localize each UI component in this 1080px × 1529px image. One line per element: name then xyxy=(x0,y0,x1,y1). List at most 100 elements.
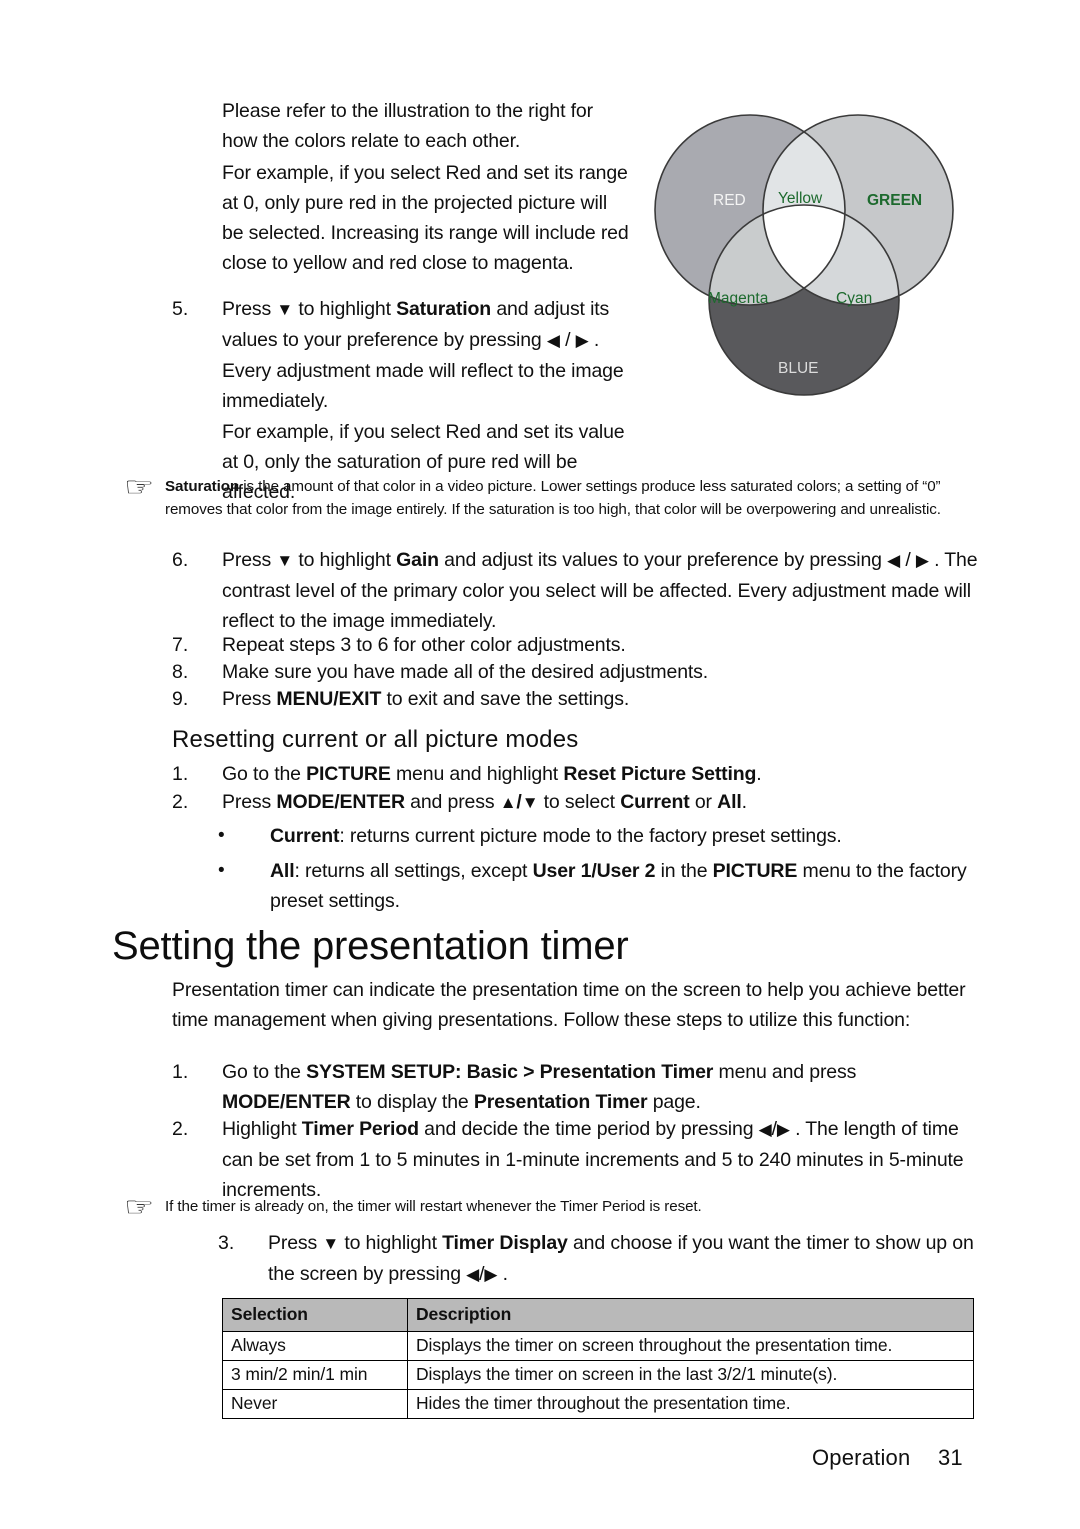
bullet-2-text-a: : returns all settings, except xyxy=(294,860,533,882)
intro-paragraph-2: For example, if you select Red and set i… xyxy=(222,162,629,274)
step-6-number: 6. xyxy=(172,549,189,571)
reset-step-2-text-b: and press xyxy=(404,791,500,813)
table-cell-selection: Always xyxy=(222,1331,408,1361)
venn-label-yellow: Yellow xyxy=(778,190,823,207)
up-arrow-icon: ▲ xyxy=(499,793,517,812)
reset-step-1-text-b: menu and highlight xyxy=(390,763,564,785)
timer-step-3-text-b: to highlight xyxy=(339,1232,443,1254)
step-6-text: Press ▼ to highlight Gain and adjust its… xyxy=(222,545,982,636)
venn-label-cyan: Cyan xyxy=(836,290,872,307)
bullet-2-bold-all: All xyxy=(270,860,295,882)
reset-step-2-bold-all: All xyxy=(717,791,742,813)
step-6-text-a: Press xyxy=(222,549,277,571)
timer-display-options-table: Selection Description Always Displays th… xyxy=(222,1298,974,1419)
reset-step-2-text-e: . xyxy=(741,791,747,813)
note-1-text: is the amount of that color in a video p… xyxy=(165,478,941,518)
table-row: Always Displays the timer on screen thro… xyxy=(222,1331,974,1361)
timer-step-1-number: 1. xyxy=(172,1061,189,1083)
timer-step-2-text: Highlight Timer Period and decide the ti… xyxy=(222,1114,982,1205)
step-7-text: Repeat steps 3 to 6 for other color adju… xyxy=(222,634,626,656)
reset-bullet-all: All: returns all settings, except User 1… xyxy=(270,856,982,916)
reset-step-1-bold-reset-picture-setting: Reset Picture Setting xyxy=(563,763,757,785)
timer-step-1-text-d: page. xyxy=(647,1091,701,1113)
reset-step-1-bold-picture: PICTURE xyxy=(306,763,391,785)
reset-step-2-bold-current: Current xyxy=(620,791,690,813)
timer-step-1-text-a: Go to the xyxy=(222,1061,307,1083)
step-5-text: Press ▼ to highlight Saturation and adju… xyxy=(222,294,627,416)
step-6-bold-gain: Gain xyxy=(396,549,439,571)
step-5-bold-saturation: Saturation xyxy=(396,298,492,320)
right-arrow-icon: ▶ xyxy=(575,331,589,350)
bullet-2-bold-user1-user2: User 1/User 2 xyxy=(532,860,656,882)
step-5-slash: / xyxy=(559,329,576,351)
down-arrow-icon: ▼ xyxy=(276,300,294,319)
step-5-number: 5. xyxy=(172,298,189,320)
left-arrow-icon: ◀ xyxy=(758,1120,772,1139)
timer-step-1-bold-mode-enter: MODE/ENTER xyxy=(222,1091,351,1113)
step-8-text: Make sure you have made all of the desir… xyxy=(222,661,709,683)
timer-step-1-bold-presentation-timer: Presentation Timer xyxy=(473,1091,648,1113)
footer-page-number: 31 xyxy=(938,1445,963,1470)
bullet-marker: • xyxy=(218,825,225,846)
bullet-1-text: : returns current picture mode to the fa… xyxy=(339,825,842,847)
reset-step-1-text-c: . xyxy=(756,763,762,785)
table-row: Never Hides the timer throughout the pre… xyxy=(222,1389,974,1419)
timer-step-1-text-c: to display the xyxy=(350,1091,474,1113)
reset-step-2-text: Press MODE/ENTER and press ▲/▼ to select… xyxy=(222,787,982,818)
reset-step-2-number: 2. xyxy=(172,791,189,813)
reset-step-2-bold-mode-enter: MODE/ENTER xyxy=(276,791,405,813)
step-5-text-b: to highlight xyxy=(293,298,397,320)
bullet-2-text-b: in the xyxy=(655,860,713,882)
table-cell-description: Hides the timer throughout the presentat… xyxy=(407,1389,974,1419)
reset-step-2-text-d: or xyxy=(689,791,718,813)
down-arrow-icon: ▼ xyxy=(276,551,294,570)
note-saturation: Saturation is the amount of that color i… xyxy=(165,476,955,521)
step-9-text-b: to exit and save the settings. xyxy=(381,688,630,710)
right-arrow-icon: ▶ xyxy=(915,551,929,570)
timer-step-2-number: 2. xyxy=(172,1118,189,1140)
timer-step-3-bold-timer-display: Timer Display xyxy=(442,1232,568,1254)
bullet-1-bold-current: Current xyxy=(270,825,340,847)
step-8-number: 8. xyxy=(172,661,189,683)
bullet-marker: • xyxy=(218,860,225,881)
left-arrow-icon: ◀ xyxy=(466,1265,480,1284)
reset-step-1-text: Go to the PICTURE menu and highlight Res… xyxy=(222,759,982,789)
right-arrow-icon: ▶ xyxy=(484,1265,498,1284)
venn-label-magenta: Magenta xyxy=(708,290,769,307)
table-cell-selection: Never xyxy=(222,1389,408,1419)
step-7-number: 7. xyxy=(172,634,189,656)
step-9-number: 9. xyxy=(172,688,189,710)
down-arrow-icon: ▼ xyxy=(322,1234,340,1253)
timer-step-1-bold-system-setup: SYSTEM SETUP: Basic > Presentation Timer xyxy=(306,1061,714,1083)
heading-resetting-picture-modes: Resetting current or all picture modes xyxy=(172,726,579,753)
footer-section-label: Operation xyxy=(812,1445,911,1470)
table-header-description: Description xyxy=(407,1298,974,1332)
timer-step-1-text-b: menu and press xyxy=(713,1061,857,1083)
table-header-selection: Selection xyxy=(222,1298,408,1332)
timer-step-2-text-a: Highlight xyxy=(222,1118,302,1140)
reset-step-2-text-c: to select xyxy=(538,791,621,813)
step-9-text-a: Press xyxy=(222,688,277,710)
step-5-text-a: Press xyxy=(222,298,277,320)
step-6-slash: / xyxy=(900,549,916,571)
timer-step-2-text-b: and decide the time period by pressing xyxy=(418,1118,759,1140)
venn-label-green: GREEN xyxy=(867,192,922,209)
timer-step-2-bold-timer-period: Timer Period xyxy=(301,1118,419,1140)
venn-label-blue: BLUE xyxy=(778,360,819,377)
reset-step-1-text-a: Go to the xyxy=(222,763,307,785)
step-6-text-b: to highlight xyxy=(293,549,397,571)
page-title: Setting the presentation timer xyxy=(112,924,629,968)
timer-step-3-text: Press ▼ to highlight Timer Display and c… xyxy=(268,1228,982,1290)
reset-step-2-text-a: Press xyxy=(222,791,277,813)
note-1-bold-lead: Saturation xyxy=(165,478,240,495)
bullet-2-bold-picture: PICTURE xyxy=(712,860,798,882)
reset-bullet-current: Current: returns current picture mode to… xyxy=(270,821,982,851)
timer-step-1-text: Go to the SYSTEM SETUP: Basic > Presenta… xyxy=(222,1057,982,1117)
pointing-hand-icon: ☞ xyxy=(124,1192,155,1222)
step-9-text: Press MENU/EXIT to exit and save the set… xyxy=(222,684,982,714)
manual-page: RED GREEN Yellow Magenta Cyan BLUE Pleas… xyxy=(0,0,1080,1529)
right-arrow-icon: ▶ xyxy=(776,1120,790,1139)
table-cell-description: Displays the timer on screen throughout … xyxy=(407,1331,974,1361)
step-9-bold-menu-exit: MENU/EXIT xyxy=(276,688,382,710)
timer-step-3-number: 3. xyxy=(218,1232,235,1254)
